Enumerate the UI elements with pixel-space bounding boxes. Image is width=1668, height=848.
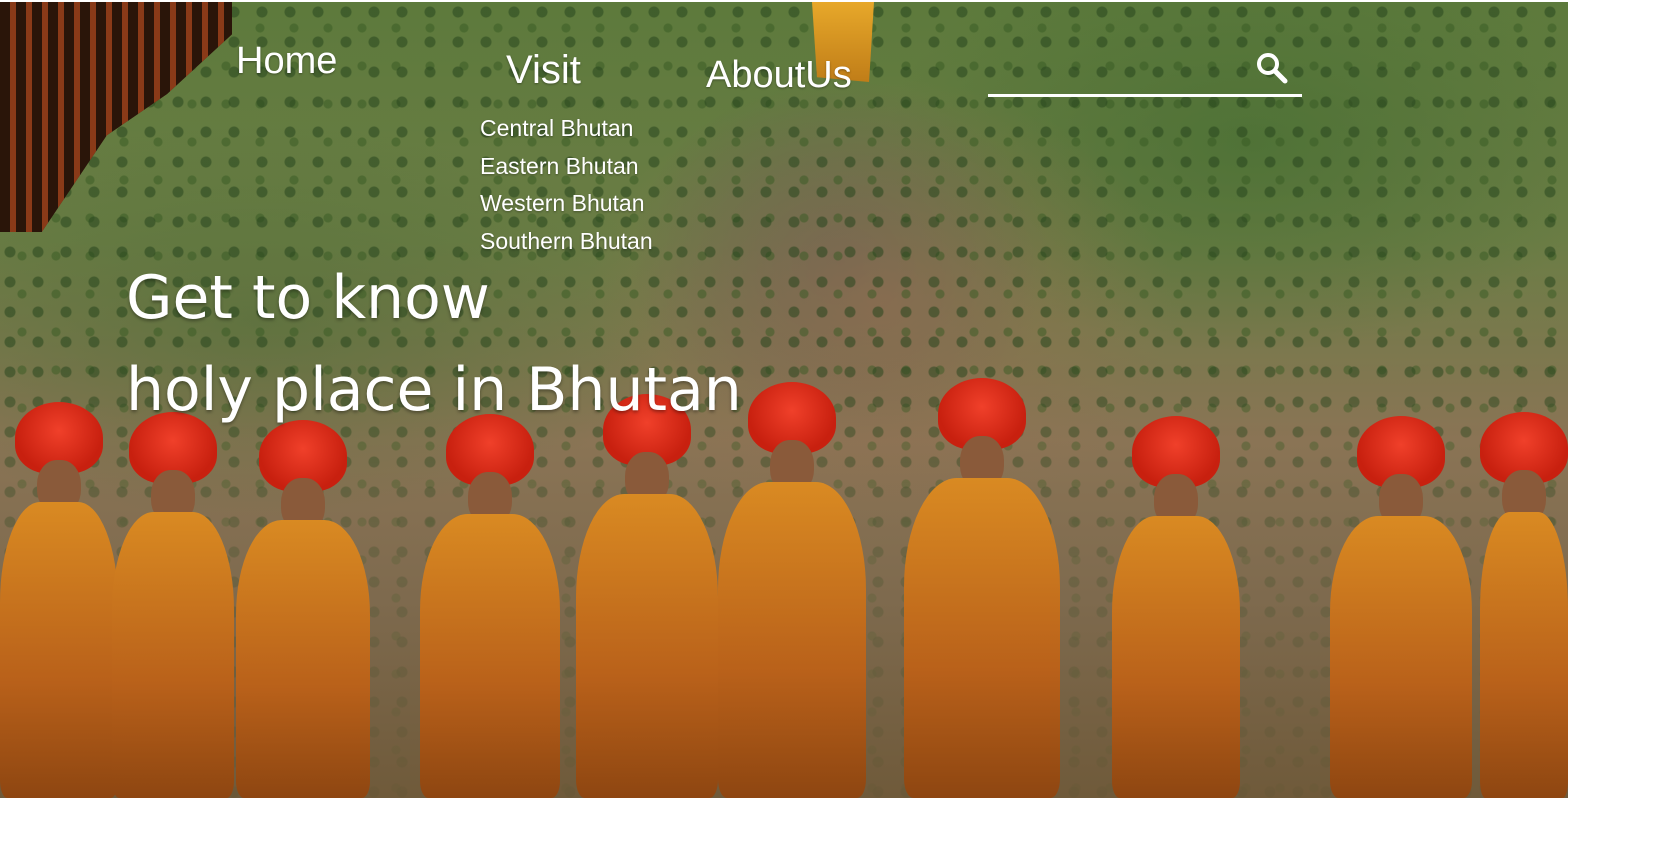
monk-figure [718, 382, 866, 798]
monk-figure [1330, 416, 1472, 798]
visit-dropdown-menu: Central Bhutan Eastern Bhutan Western Bh… [480, 110, 653, 260]
monk-robe [1112, 516, 1240, 798]
search-input[interactable] [988, 50, 1252, 88]
monk-robe [718, 482, 866, 798]
monk-robe [1480, 512, 1568, 798]
monk-figure [576, 394, 718, 798]
hero-heading-line-2: holy place in Bhutan [126, 355, 742, 425]
page-frame: Home Visit AboutUs Central Bhutan Easter… [0, 0, 1668, 848]
monk-figure [1480, 412, 1568, 798]
monk-figure [112, 412, 234, 798]
monk-robe [420, 514, 560, 798]
monk-robe [236, 520, 370, 798]
monk-figure [904, 378, 1060, 798]
nav-visit-link[interactable]: Visit [506, 48, 581, 93]
hero-heading: Get to know holy place in Bhutan [126, 252, 742, 436]
menu-item-western-bhutan[interactable]: Western Bhutan [480, 185, 653, 223]
hero-heading-line-1: Get to know [126, 263, 490, 333]
main-navigation: Home Visit AboutUs [0, 2, 1568, 112]
monk-figure [236, 420, 370, 798]
monk-robe [576, 494, 718, 798]
search-icon[interactable] [1254, 50, 1290, 86]
monk-figure [1112, 416, 1240, 798]
monk-robe [112, 512, 234, 798]
monk-robe [0, 502, 118, 798]
menu-item-eastern-bhutan[interactable]: Eastern Bhutan [480, 148, 653, 186]
nav-aboutus-link[interactable]: AboutUs [706, 54, 852, 97]
monk-figure [420, 414, 560, 798]
hero-background-photo: Home Visit AboutUs Central Bhutan Easter… [0, 2, 1568, 798]
menu-item-central-bhutan[interactable]: Central Bhutan [480, 110, 653, 148]
monk-robe [904, 478, 1060, 798]
monk-figure [0, 402, 118, 798]
nav-home-link[interactable]: Home [236, 40, 337, 83]
search-bar [988, 42, 1302, 97]
monk-robe [1330, 516, 1472, 798]
